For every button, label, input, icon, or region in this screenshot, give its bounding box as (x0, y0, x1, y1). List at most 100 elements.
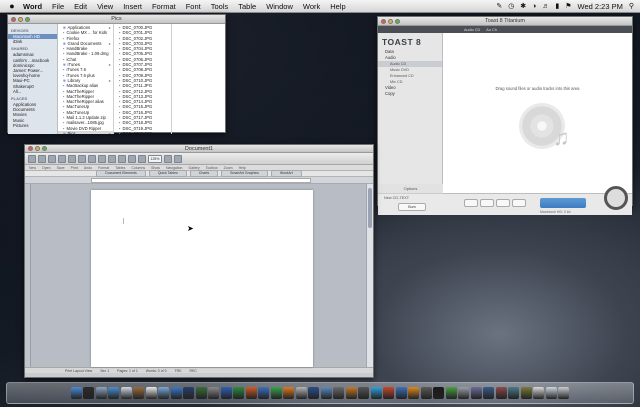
toolbar-new-button[interactable] (28, 154, 36, 163)
time-machine-icon[interactable] (195, 387, 207, 399)
zoom-icon[interactable] (395, 18, 400, 24)
toast-sidebar-item[interactable]: Copy (378, 91, 442, 97)
close-icon[interactable] (28, 146, 33, 151)
ribbon-tab[interactable]: Document Elements (96, 170, 146, 177)
powerpoint-icon[interactable] (245, 387, 257, 399)
toolbar-print-button[interactable] (58, 154, 66, 163)
toolbar-tables-button[interactable] (88, 154, 96, 163)
toast-cdtext-label[interactable]: New CD-TEXT (384, 196, 409, 200)
minimize-icon[interactable] (18, 16, 23, 22)
ichat-icon[interactable] (120, 387, 132, 399)
menu-work[interactable]: Work (298, 0, 325, 13)
ribbon-tab[interactable]: SmartArt Graphics (221, 170, 268, 177)
address-book-icon[interactable] (133, 387, 145, 399)
system-preferences-icon[interactable] (208, 387, 220, 399)
zoom-icon[interactable] (42, 146, 47, 151)
toolbar-open-button[interactable] (38, 154, 46, 163)
spaces-icon[interactable] (183, 387, 195, 399)
toolbar-toolbox-button[interactable] (138, 154, 146, 163)
ribbon-tab[interactable]: Charts (189, 170, 219, 177)
sidebar-item[interactable]: Pictures (8, 123, 57, 128)
calculator-icon[interactable] (420, 387, 432, 399)
close-icon[interactable] (381, 18, 386, 24)
toolbar-undo-button[interactable] (68, 154, 76, 163)
ical-icon[interactable] (145, 387, 157, 399)
menu-clock[interactable]: Wed 2:23 PM (578, 2, 623, 11)
handbrake-icon[interactable] (383, 387, 395, 399)
document-page[interactable]: ➤ (91, 190, 313, 367)
menu-table[interactable]: Table (233, 0, 261, 13)
activity-monitor-icon[interactable] (445, 387, 457, 399)
toolbar-show-button[interactable] (108, 154, 116, 163)
documents-stack-icon[interactable] (533, 387, 545, 399)
menu-help[interactable]: Help (325, 0, 350, 13)
menu-word[interactable]: Word (18, 0, 47, 13)
scroll-thumb[interactable] (368, 188, 372, 228)
skype-icon[interactable] (370, 387, 382, 399)
finder-list-item[interactable]: Pics (58, 130, 113, 134)
firefox-icon[interactable] (283, 387, 295, 399)
volume-icon[interactable]: ♬ (542, 3, 549, 10)
spotlight-icon[interactable]: ⚲ (629, 2, 634, 10)
input-flag-icon[interactable]: ⚑ (565, 2, 571, 10)
downloads-stack-icon[interactable] (545, 387, 557, 399)
app-icon-e[interactable] (520, 387, 532, 399)
app-icon-c[interactable] (495, 387, 507, 399)
apple-menu-icon[interactable]: ● (6, 1, 18, 11)
toast-titlebar[interactable]: Toast 8 Titanium (378, 17, 632, 26)
zoom-select[interactable]: 125% (148, 154, 162, 163)
app-icon-b[interactable] (483, 387, 495, 399)
menu-file[interactable]: File (47, 0, 69, 13)
menu-format[interactable]: Format (147, 0, 181, 13)
toolbar-save-button[interactable] (48, 154, 56, 163)
idvd-icon[interactable] (358, 387, 370, 399)
finder-file-item[interactable]: DSC_0720.JPG (114, 131, 171, 134)
wifi-icon[interactable]: ◑ (532, 3, 536, 10)
toolbar-columns-button[interactable] (98, 154, 106, 163)
ribbon-tab[interactable]: Quick Tables (148, 170, 187, 177)
finder-list-item[interactable]: Cookie MX ... for Kids (58, 30, 113, 35)
menu-edit[interactable]: Edit (69, 0, 92, 13)
close-icon[interactable] (11, 16, 16, 22)
finder-icon[interactable] (70, 387, 82, 399)
quicktime-icon[interactable] (395, 387, 407, 399)
toast-tab-audio-cd[interactable]: Audio CD (464, 28, 480, 32)
ribbon-tab[interactable]: WordArt (270, 170, 302, 177)
menu-view[interactable]: View (92, 0, 118, 13)
excel-icon[interactable] (233, 387, 245, 399)
script-menu-icon[interactable]: ✎ (496, 2, 502, 10)
imovie-icon[interactable] (333, 387, 345, 399)
menu-window[interactable]: Window (261, 0, 298, 13)
burn-button[interactable] (604, 186, 628, 210)
menu-tools[interactable]: Tools (206, 0, 234, 13)
preview-icon[interactable] (158, 387, 170, 399)
finder-list-item[interactable]: HandBrake - 1.09.dmg (58, 51, 113, 56)
menu-font[interactable]: Font (181, 0, 206, 13)
word-titlebar[interactable]: Document1 (25, 145, 373, 153)
toast-options-button[interactable]: Options (378, 184, 443, 194)
entourage-icon[interactable] (258, 387, 270, 399)
garageband-icon[interactable] (345, 387, 357, 399)
itunes-icon[interactable] (170, 387, 182, 399)
toast-tab-au-ch[interactable]: Au Ch (486, 28, 497, 32)
photoshop-icon[interactable] (308, 387, 320, 399)
app-icon-d[interactable] (508, 387, 520, 399)
toolbar-help-button[interactable] (174, 154, 182, 163)
finder-titlebar[interactable]: Pics (8, 15, 225, 24)
toast-icon[interactable] (295, 387, 307, 399)
toast-remove-button[interactable] (480, 199, 494, 207)
app-icon-a[interactable] (470, 387, 482, 399)
toast-drop-area[interactable]: Drag sound files or audio tracks into th… (443, 33, 632, 193)
toast-burn-small-button[interactable]: Burn (398, 203, 426, 211)
dashboard-icon[interactable] (83, 387, 95, 399)
toolbar-zoom-button[interactable] (164, 154, 172, 163)
vertical-scrollbar[interactable] (366, 184, 373, 367)
trash-icon[interactable] (558, 387, 570, 399)
toast-add-button[interactable] (464, 199, 478, 207)
menu-insert[interactable]: Insert (118, 0, 147, 13)
safari-icon[interactable] (108, 387, 120, 399)
toolbar-gallery-button[interactable] (128, 154, 136, 163)
battery-icon[interactable]: ▮ (555, 2, 559, 10)
toast-play-button[interactable] (512, 199, 526, 207)
messenger-icon[interactable] (270, 387, 282, 399)
